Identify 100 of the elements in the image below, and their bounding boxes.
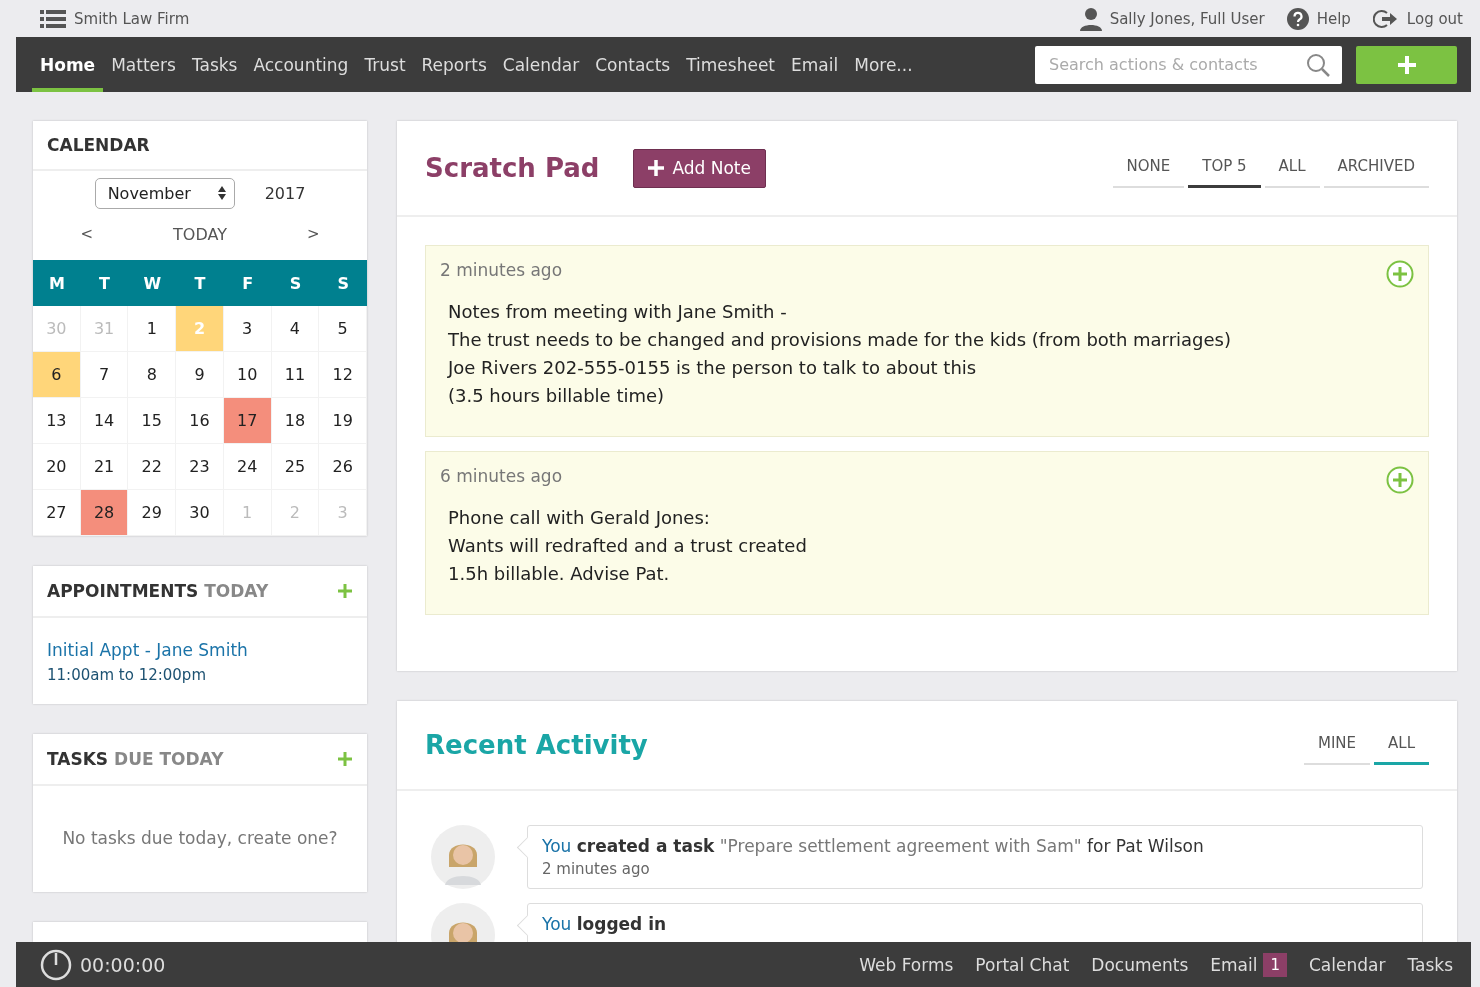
calendar-day[interactable]: 13 [33, 398, 81, 444]
today-link[interactable]: TODAY [173, 224, 227, 244]
search-bar[interactable]: Search actions & contacts [1035, 45, 1342, 84]
calendar-day[interactable]: 28 [80, 490, 129, 536]
count-badge: 1 [1263, 952, 1287, 977]
calendar-day[interactable]: 23 [176, 444, 224, 490]
calendar-day[interactable]: 5 [319, 306, 367, 352]
calendar-day[interactable]: 26 [319, 444, 367, 490]
calendar-day[interactable]: 24 [223, 444, 272, 490]
nav-tab[interactable]: Trust [356, 37, 414, 92]
calendar-day[interactable]: 25 [271, 444, 320, 490]
logout-icon[interactable] [1372, 7, 1399, 30]
filter-tab[interactable]: ALL [1374, 725, 1429, 765]
note-line: Phone call with Gerald Jones: [447, 506, 711, 530]
weekday-label: T [193, 272, 207, 295]
weekday-label: T [98, 272, 111, 295]
nav-tab[interactable]: Calendar [494, 37, 588, 92]
month-select[interactable]: November [94, 177, 235, 209]
next-link[interactable]: > [306, 225, 320, 243]
weekday-label: S [336, 272, 350, 295]
calendar-day[interactable]: 8 [128, 352, 177, 398]
calendar-day[interactable]: 30 [176, 490, 224, 536]
activity-text: You logged in [542, 914, 668, 934]
calendar-day[interactable]: 21 [80, 444, 129, 490]
filter-tab[interactable]: MINE [1303, 725, 1370, 765]
calendar-day[interactable]: 6 [33, 352, 81, 398]
filter-tab[interactable]: NONE [1112, 148, 1185, 188]
firm-name: Smith Law Firm [74, 9, 190, 28]
footer-link[interactable]: Tasks [1407, 954, 1453, 975]
menu-icon[interactable] [40, 8, 66, 29]
calendar-day[interactable]: 22 [128, 444, 177, 490]
calendar-day[interactable]: 9 [176, 352, 224, 398]
add-note-button[interactable]: Add Note [633, 148, 766, 188]
footer-link[interactable]: Documents [1091, 954, 1189, 975]
nav-tab[interactable]: Timesheet [678, 37, 784, 92]
search-icon[interactable] [1306, 52, 1330, 77]
calendar-day[interactable]: 16 [176, 398, 224, 444]
footer-link[interactable]: Portal Chat [975, 954, 1070, 975]
filter-tab[interactable]: ARCHIVED [1323, 148, 1429, 188]
footer-link[interactable]: Calendar [1309, 954, 1386, 975]
note-line: Notes from meeting with Jane Smith - [447, 300, 788, 324]
calendar-day[interactable]: 11 [271, 352, 320, 398]
nav-tab[interactable]: Matters [103, 37, 184, 92]
nav-tab[interactable]: Contacts [587, 37, 679, 92]
note-line: 1.5h billable. Advise Pat. [447, 562, 671, 586]
card-title: CALENDAR [47, 135, 150, 155]
calendar-day[interactable]: 10 [223, 352, 272, 398]
calendar-day[interactable]: 18 [271, 398, 320, 444]
weekday-label: M [47, 272, 66, 295]
calendar-day[interactable]: 12 [319, 352, 367, 398]
filter-tab[interactable]: ALL [1264, 148, 1320, 188]
weekday-label: F [241, 272, 255, 295]
calendar-day[interactable]: 7 [80, 352, 129, 398]
appointment-link[interactable]: Initial Appt - Jane Smith [47, 640, 353, 660]
calendar-day[interactable]: 1 [128, 306, 177, 352]
year-label: 2017 [264, 183, 306, 203]
calendar-day[interactable]: 27 [33, 490, 81, 536]
footer-link[interactable]: Email 1 [1210, 952, 1287, 977]
calendar-day[interactable]: 4 [271, 306, 320, 352]
calendar-day[interactable]: 14 [80, 398, 129, 444]
activity-text: You created a task "Prepare settlement agreement with Sam" for Pat Wilson [542, 836, 1205, 856]
calendar-day[interactable]: 19 [319, 398, 367, 444]
help-icon[interactable] [1286, 7, 1309, 30]
nav-tab[interactable]: Accounting [245, 37, 357, 92]
nav-tab[interactable]: Tasks [183, 37, 246, 92]
calendar-day[interactable]: 29 [128, 490, 177, 536]
nav-tab[interactable]: Home [32, 37, 104, 92]
add-button[interactable] [1356, 45, 1457, 84]
calendar-day[interactable]: 15 [128, 398, 177, 444]
note-line: (3.5 hours billable time) [447, 384, 666, 408]
timer-value: 00:00:00 [80, 953, 166, 976]
logout-link[interactable]: Log out [1406, 9, 1463, 28]
user-icon [1079, 6, 1102, 31]
appointment-time: 11:00am to 12:00pm [47, 666, 207, 684]
calendar-day[interactable]: 17 [223, 398, 272, 444]
card-title: TASKS DUE TODAY [47, 749, 224, 769]
nav-tab[interactable]: More... [846, 37, 921, 92]
card-title: APPOINTMENTS TODAY [47, 581, 269, 601]
empty-message: No tasks due today, create one? [61, 827, 339, 850]
filter-tab[interactable]: TOP 5 [1188, 148, 1261, 188]
weekday-label: S [288, 272, 303, 295]
timer-icon[interactable] [40, 948, 72, 981]
activity-time: 2 minutes ago [542, 860, 651, 878]
help-link[interactable]: Help [1316, 9, 1351, 28]
note-line: Joe Rivers 202-555-0155 is the person to talk to about this [446, 356, 978, 380]
nav-tab[interactable]: Email [783, 37, 847, 92]
previous-link[interactable]: < [80, 225, 94, 243]
note-time: 2 minutes ago [440, 260, 563, 280]
note-time: 6 minutes ago [440, 466, 563, 486]
calendar-day[interactable]: 20 [33, 444, 81, 490]
stepper-icon [217, 185, 226, 201]
note-line: Wants will redrafted and a trust created [447, 534, 808, 558]
section-title: Recent Activity [425, 730, 648, 760]
nav-tab[interactable]: Reports [413, 37, 495, 92]
weekday-label: W [142, 272, 163, 295]
calendar-day[interactable]: 3 [223, 306, 272, 352]
section-title: Scratch Pad [425, 153, 600, 183]
avatar [431, 825, 495, 889]
footer-link[interactable]: Web Forms [859, 954, 954, 975]
user-name[interactable]: Sally Jones, Full User [1109, 9, 1265, 28]
